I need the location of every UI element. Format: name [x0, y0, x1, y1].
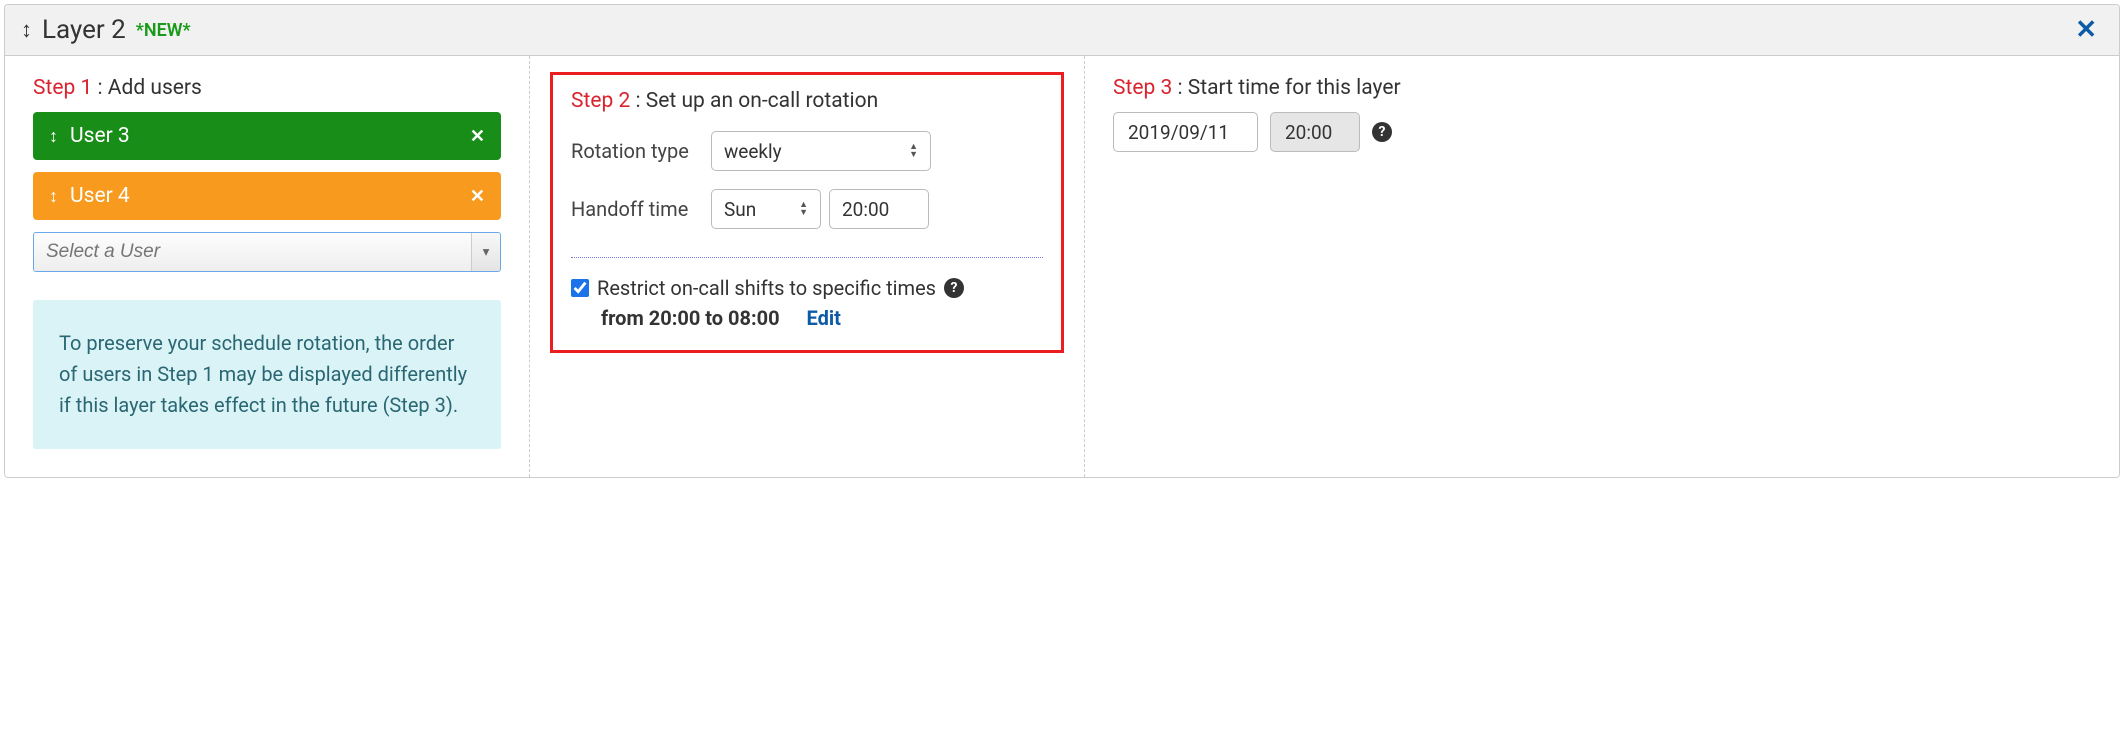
info-note: To preserve your schedule rotation, the …	[33, 300, 501, 449]
user-chip-label: User 3	[70, 124, 130, 148]
step1-heading: Step 1 : Add users	[33, 76, 501, 100]
step1-heading-text: : Add users	[92, 76, 202, 100]
step3-heading: Step 3 : Start time for this layer	[1113, 76, 2091, 100]
step3-label: Step 3	[1113, 76, 1172, 100]
layer-panel: ↕ Layer 2 *NEW* ✕ Step 1 : Add users ↕ U…	[4, 4, 2120, 478]
user-chip-label: User 4	[70, 184, 130, 208]
spinner-icon: ▲▼	[799, 201, 808, 217]
step2-label: Step 2	[571, 89, 630, 113]
user-select[interactable]: ▾	[33, 232, 501, 272]
step2-heading: Step 2 : Set up an on-call rotation	[571, 89, 1043, 113]
handoff-day-value: Sun	[724, 198, 756, 221]
start-time-row: 2019/09/11 20:00 ?	[1113, 112, 2091, 152]
handoff-time-input[interactable]: 20:00	[829, 189, 929, 229]
restrict-detail: from 20:00 to 08:00 Edit	[601, 306, 1043, 330]
start-date-input[interactable]: 2019/09/11	[1113, 112, 1258, 152]
spinner-icon: ▲▼	[909, 143, 918, 159]
help-icon[interactable]: ?	[1372, 122, 1392, 142]
user-chip[interactable]: ↕ User 4 ✕	[33, 172, 501, 220]
step2-highlight: Step 2 : Set up an on-call rotation Rota…	[550, 72, 1064, 353]
layer-body: Step 1 : Add users ↕ User 3 ✕ ↕ User 4 ✕…	[5, 56, 2119, 477]
user-chip[interactable]: ↕ User 3 ✕	[33, 112, 501, 160]
layer-title: Layer 2	[42, 15, 126, 45]
drag-handle-icon[interactable]: ↕	[21, 17, 32, 43]
handoff-time-value: 20:00	[842, 198, 889, 221]
drag-handle-icon[interactable]: ↕	[49, 126, 58, 147]
divider	[571, 257, 1043, 258]
restrict-detail-text: from 20:00 to 08:00	[601, 306, 780, 330]
rotation-type-value: weekly	[724, 140, 782, 163]
new-badge: *NEW*	[136, 20, 191, 41]
drag-handle-icon[interactable]: ↕	[49, 186, 58, 207]
user-select-input[interactable]	[34, 233, 472, 271]
restrict-row: Restrict on-call shifts to specific time…	[571, 276, 1043, 300]
restrict-label: Restrict on-call shifts to specific time…	[597, 276, 936, 300]
start-date-value: 2019/09/11	[1128, 121, 1229, 144]
step1-column: Step 1 : Add users ↕ User 3 ✕ ↕ User 4 ✕…	[5, 56, 530, 477]
user-select-dropdown-button[interactable]: ▾	[472, 233, 500, 271]
rotation-type-label: Rotation type	[571, 139, 711, 163]
handoff-row: Handoff time Sun ▲▼ 20:00	[571, 189, 1043, 229]
start-time-value: 20:00	[1285, 121, 1332, 144]
edit-link[interactable]: Edit	[807, 306, 841, 330]
layer-header: ↕ Layer 2 *NEW* ✕	[5, 5, 2119, 56]
step2-column: Step 2 : Set up an on-call rotation Rota…	[530, 56, 1085, 477]
help-icon[interactable]: ?	[944, 278, 964, 298]
step3-heading-text: : Start time for this layer	[1172, 76, 1400, 100]
rotation-type-select[interactable]: weekly ▲▼	[711, 131, 931, 171]
step2-heading-text: : Set up an on-call rotation	[630, 89, 878, 113]
close-icon[interactable]: ✕	[2069, 15, 2103, 45]
remove-user-icon[interactable]: ✕	[470, 126, 485, 147]
handoff-label: Handoff time	[571, 197, 711, 221]
restrict-checkbox[interactable]	[571, 279, 589, 297]
step3-column: Step 3 : Start time for this layer 2019/…	[1085, 56, 2119, 477]
rotation-type-row: Rotation type weekly ▲▼	[571, 131, 1043, 171]
caret-down-icon: ▾	[483, 244, 490, 260]
remove-user-icon[interactable]: ✕	[470, 186, 485, 207]
handoff-day-select[interactable]: Sun ▲▼	[711, 189, 821, 229]
start-time-input[interactable]: 20:00	[1270, 112, 1360, 152]
step1-label: Step 1	[33, 76, 92, 100]
